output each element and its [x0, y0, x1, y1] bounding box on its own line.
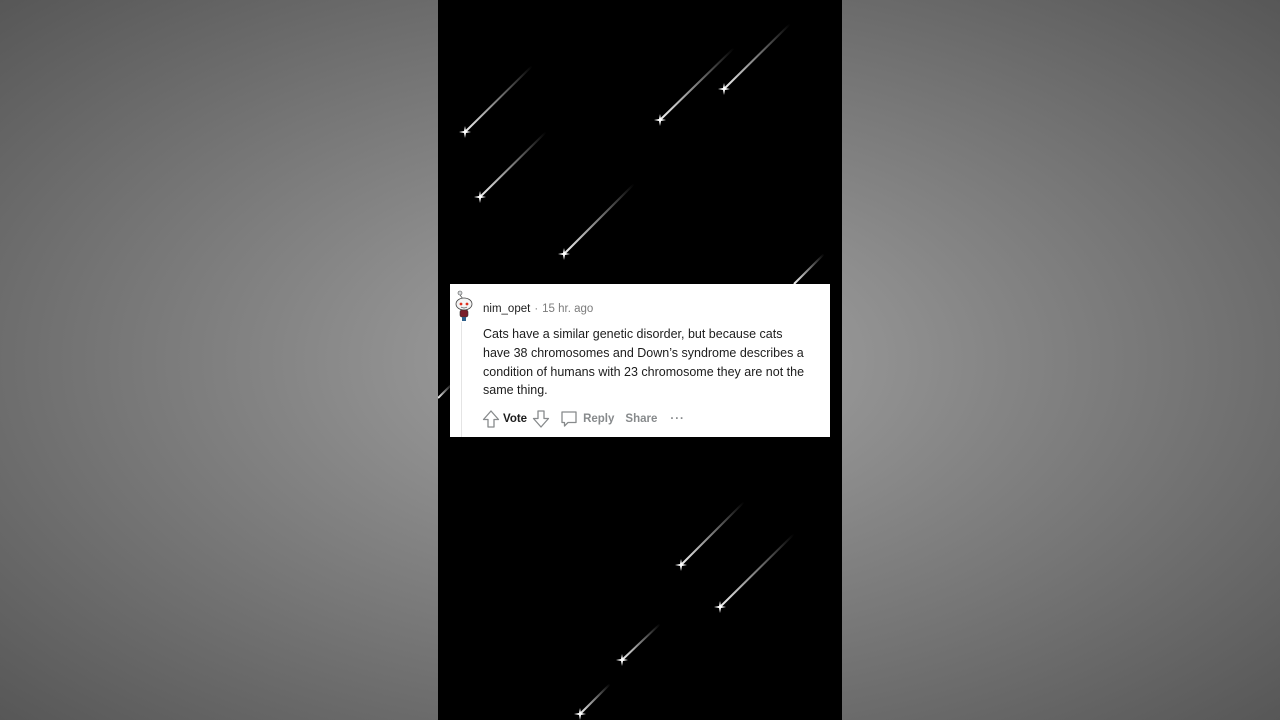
snoo-avatar-icon [455, 290, 473, 321]
thread-line[interactable] [461, 322, 462, 437]
share-button[interactable]: Share [625, 413, 657, 425]
comment-action-bar: Vote Reply Share ··· [481, 409, 685, 429]
comment-card: nim_opet · 15 hr. ago Cats have a similar … [450, 284, 830, 437]
meteor [459, 65, 533, 138]
meteor [574, 683, 611, 720]
more-options-button[interactable]: ··· [670, 413, 685, 425]
reply-label: Reply [583, 413, 615, 425]
comment-timestamp[interactable]: 15 hr. ago [542, 303, 593, 315]
meteor [616, 623, 661, 666]
avatar[interactable] [452, 290, 476, 322]
speech-bubble-icon [559, 409, 579, 429]
username-link[interactable]: nim_opet [483, 303, 530, 315]
meteor [654, 47, 735, 126]
arrow-up-icon[interactable] [481, 409, 501, 429]
meteor [714, 533, 795, 613]
meteor [474, 131, 547, 203]
meta-separator: · [534, 303, 539, 315]
vote-count: Vote [503, 413, 528, 425]
meteor [718, 23, 791, 95]
arrow-down-icon[interactable] [531, 409, 551, 429]
comment-meta: nim_opet · 15 hr. ago [483, 303, 593, 315]
meteor [675, 501, 745, 571]
share-label: Share [625, 413, 658, 425]
comment-body: Cats have a similar genetic disorder, bu… [483, 327, 805, 398]
meteor [793, 253, 825, 285]
more-options-icon: ··· [670, 413, 685, 425]
meteor [558, 183, 635, 260]
reply-button[interactable]: Reply [559, 409, 614, 429]
